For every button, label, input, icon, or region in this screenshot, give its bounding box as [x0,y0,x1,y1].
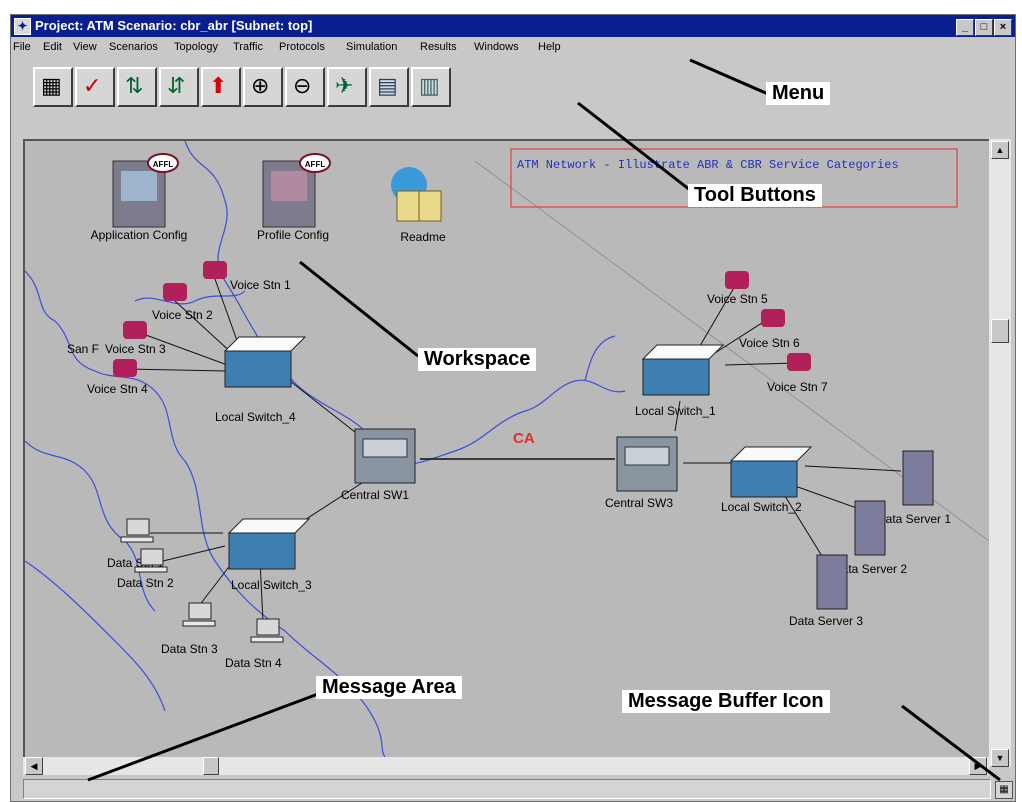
callout-menu: Menu [766,82,831,105]
callout-tool-buttons: Tool Buttons [688,184,822,207]
callout-message-area: Message Area [316,676,462,699]
callout-workspace: Workspace [418,348,537,371]
callout-arrows [87,58,1001,782]
callout-message-buffer-icon: Message Buffer Icon [622,690,830,713]
